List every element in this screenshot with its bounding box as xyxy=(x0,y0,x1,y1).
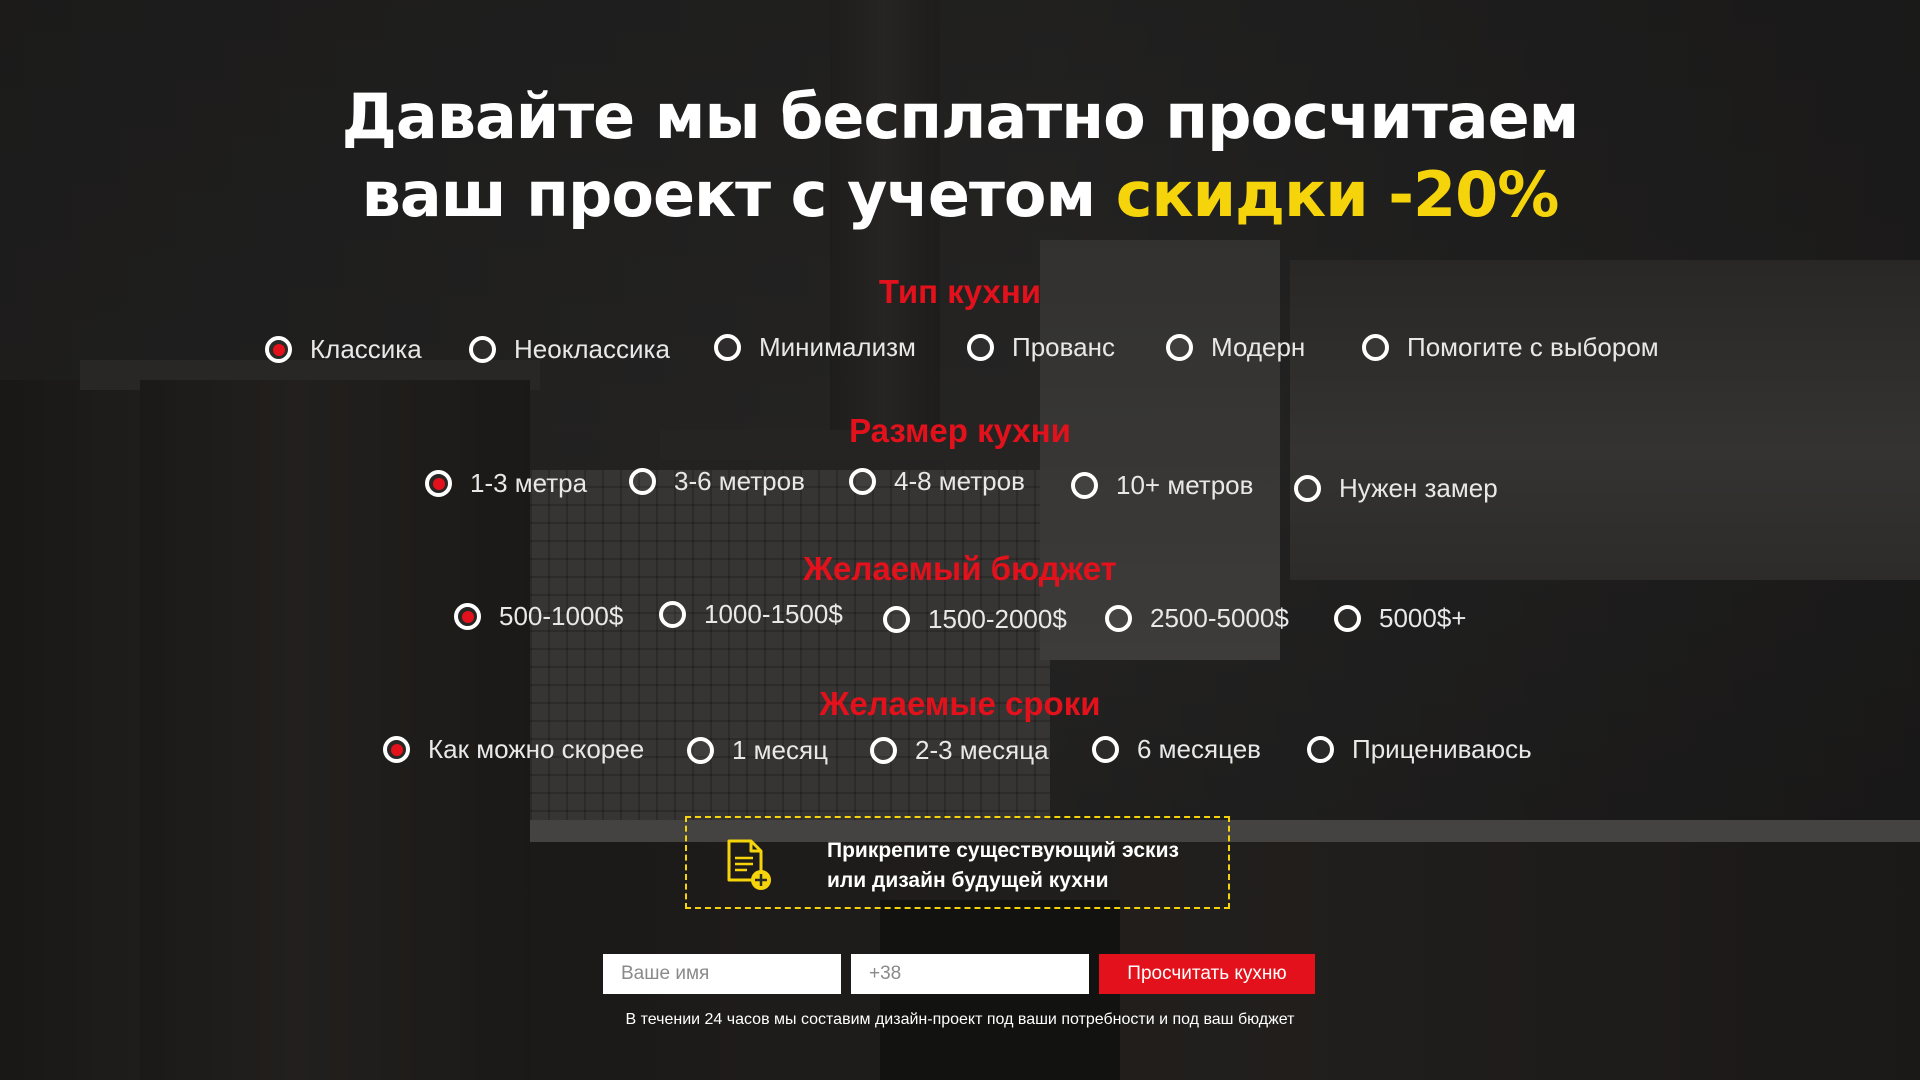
attach-label-line1: Прикрепите существующий эскиз xyxy=(827,839,1179,862)
option-label: 10+ метров xyxy=(1116,470,1254,500)
footnote: В течении 24 часов мы составим дизайн-пр… xyxy=(625,1011,1295,1028)
section-title-kitchen-type: Тип кухни xyxy=(878,273,1042,310)
radio-icon[interactable] xyxy=(687,737,714,764)
radio-icon[interactable] xyxy=(1362,334,1389,361)
radio-option-timeline[interactable]: Как можно скорее xyxy=(383,734,644,765)
radio-option-timeline[interactable]: 1 месяц xyxy=(687,735,828,766)
option-label: 500-1000$ xyxy=(499,601,624,631)
file-add-icon xyxy=(727,839,771,890)
option-label: 1500-2000$ xyxy=(928,604,1067,634)
phone-input[interactable] xyxy=(851,954,1089,994)
section-title-timeline: Желаемые сроки xyxy=(819,685,1101,722)
option-label: 3-6 метров xyxy=(674,466,805,496)
radio-option-budget[interactable]: 1500-2000$ xyxy=(883,604,1067,635)
option-label: 1 месяц xyxy=(732,735,828,765)
section-title-budget: Желаемый бюджет xyxy=(803,550,1117,587)
option-label: 6 месяцев xyxy=(1137,734,1261,764)
attach-sketch-button[interactable]: Прикрепите существующий эскиз или дизайн… xyxy=(685,816,1230,909)
radio-option-kitchen-type[interactable]: Неоклассика xyxy=(469,334,670,365)
headline-discount: скидки -20% xyxy=(1115,158,1560,231)
radio-option-timeline[interactable]: 2-3 месяца xyxy=(870,735,1049,766)
radio-option-kitchen-size[interactable]: 4-8 метров xyxy=(849,466,1025,497)
page-title: Давайте мы бесплатно просчитаем ваш прое… xyxy=(0,78,1920,234)
name-input[interactable] xyxy=(603,954,841,994)
option-label: Классика xyxy=(310,334,422,364)
calculator-form: Давайте мы бесплатно просчитаем ваш прое… xyxy=(0,0,1920,1080)
option-label: Помогите с выбором xyxy=(1407,332,1659,362)
headline-line2: ваш проект с учетом скидки -20% xyxy=(0,156,1920,234)
radio-option-timeline[interactable]: 6 месяцев xyxy=(1092,734,1261,765)
attach-label-line2: или дизайн будущей кухни xyxy=(827,869,1109,892)
radio-icon[interactable] xyxy=(849,468,876,495)
option-label: 1000-1500$ xyxy=(704,599,843,629)
headline-line1: Давайте мы бесплатно просчитаем xyxy=(341,80,1580,153)
radio-selected-icon[interactable] xyxy=(454,603,481,630)
radio-icon[interactable] xyxy=(1294,475,1321,502)
radio-icon[interactable] xyxy=(883,606,910,633)
section-title-kitchen-size: Размер кухни xyxy=(849,412,1071,449)
radio-icon[interactable] xyxy=(1092,736,1119,763)
radio-option-budget[interactable]: 5000$+ xyxy=(1334,603,1466,634)
radio-icon[interactable] xyxy=(967,334,994,361)
radio-icon[interactable] xyxy=(870,737,897,764)
option-label: Минимализм xyxy=(759,332,916,362)
radio-option-budget[interactable]: 2500-5000$ xyxy=(1105,603,1289,634)
calculate-kitchen-button[interactable]: Просчитать кухню xyxy=(1099,954,1315,994)
radio-option-budget[interactable]: 1000-1500$ xyxy=(659,599,843,630)
radio-option-timeline[interactable]: Прицениваюсь xyxy=(1307,734,1532,765)
option-label: 2500-5000$ xyxy=(1150,603,1289,633)
radio-icon[interactable] xyxy=(469,336,496,363)
radio-icon[interactable] xyxy=(629,468,656,495)
radio-option-budget[interactable]: 500-1000$ xyxy=(454,601,623,632)
option-label: 1-3 метра xyxy=(470,468,588,498)
radio-option-kitchen-size[interactable]: 3-6 метров xyxy=(629,466,805,497)
radio-selected-icon[interactable] xyxy=(265,336,292,363)
option-label: 2-3 месяца xyxy=(915,735,1049,765)
radio-selected-icon[interactable] xyxy=(383,736,410,763)
option-label: 4-8 метров xyxy=(894,466,1025,496)
radio-icon[interactable] xyxy=(1105,605,1132,632)
radio-selected-icon[interactable] xyxy=(425,470,452,497)
option-label: Модерн xyxy=(1211,332,1306,362)
radio-icon[interactable] xyxy=(1334,605,1361,632)
headline-line2-prefix: ваш проект с учетом xyxy=(361,158,1116,231)
radio-option-kitchen-type[interactable]: Модерн xyxy=(1166,332,1305,363)
landing-page: Давайте мы бесплатно просчитаем ваш прое… xyxy=(0,0,1920,1080)
radio-icon[interactable] xyxy=(1307,736,1334,763)
radio-option-kitchen-type[interactable]: Минимализм xyxy=(714,332,916,363)
option-label: 5000$+ xyxy=(1379,603,1467,633)
radio-option-kitchen-type[interactable]: Классика xyxy=(265,334,422,365)
option-label: Нужен замер xyxy=(1339,473,1498,503)
radio-icon[interactable] xyxy=(1166,334,1193,361)
radio-icon[interactable] xyxy=(1071,472,1098,499)
radio-icon[interactable] xyxy=(714,334,741,361)
radio-option-kitchen-type[interactable]: Помогите с выбором xyxy=(1362,332,1659,363)
option-label: Как можно скорее xyxy=(428,734,645,764)
option-label: Прицениваюсь xyxy=(1352,734,1532,764)
radio-icon[interactable] xyxy=(659,601,686,628)
option-label: Прованс xyxy=(1012,332,1115,362)
radio-option-kitchen-type[interactable]: Прованс xyxy=(967,332,1115,363)
radio-option-kitchen-size[interactable]: Нужен замер xyxy=(1294,473,1498,504)
attach-label: Прикрепите существующий эскиз или дизайн… xyxy=(827,836,1217,896)
option-label: Неоклассика xyxy=(514,334,670,364)
radio-option-kitchen-size[interactable]: 10+ метров xyxy=(1071,470,1253,501)
radio-option-kitchen-size[interactable]: 1-3 метра xyxy=(425,468,587,499)
